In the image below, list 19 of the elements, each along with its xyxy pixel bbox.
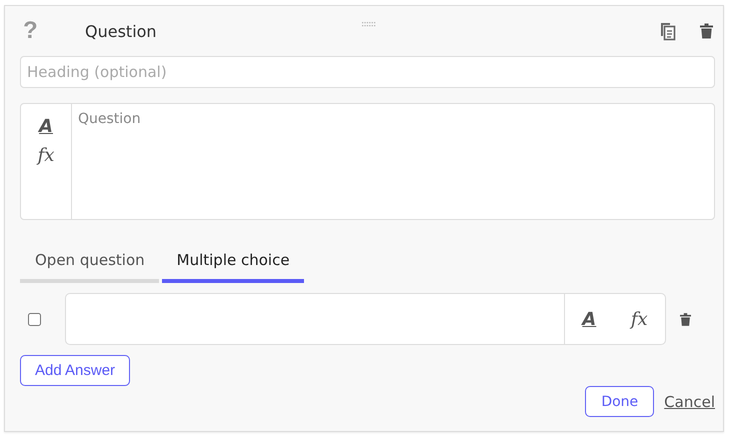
cancel-link[interactable]: Cancel: [664, 392, 715, 410]
help-icon: ?: [23, 17, 43, 45]
trash-icon[interactable]: [680, 312, 691, 326]
tab[interactable]: Open question: [20, 242, 159, 283]
formula-button[interactable]: fx: [34, 143, 58, 168]
done-button[interactable]: Done: [585, 386, 654, 417]
card-title: Question: [85, 22, 157, 40]
trash-icon[interactable]: [700, 23, 713, 39]
heading-field[interactable]: Heading (optional): [20, 56, 715, 88]
drag-handle-icon[interactable]: [362, 22, 376, 27]
answer-checkbox[interactable]: [28, 312, 41, 326]
answer-field[interactable]: A fx: [65, 293, 666, 345]
text-format-button[interactable]: A: [578, 306, 600, 332]
add-answer-button[interactable]: Add Answer: [20, 355, 130, 386]
formula-button[interactable]: fx: [626, 306, 652, 332]
text-format-button[interactable]: A: [35, 114, 57, 139]
copy-icon[interactable]: [660, 22, 676, 40]
question-field[interactable]: A fx Question: [20, 103, 715, 220]
tab[interactable]: Multiple choice: [162, 242, 304, 283]
